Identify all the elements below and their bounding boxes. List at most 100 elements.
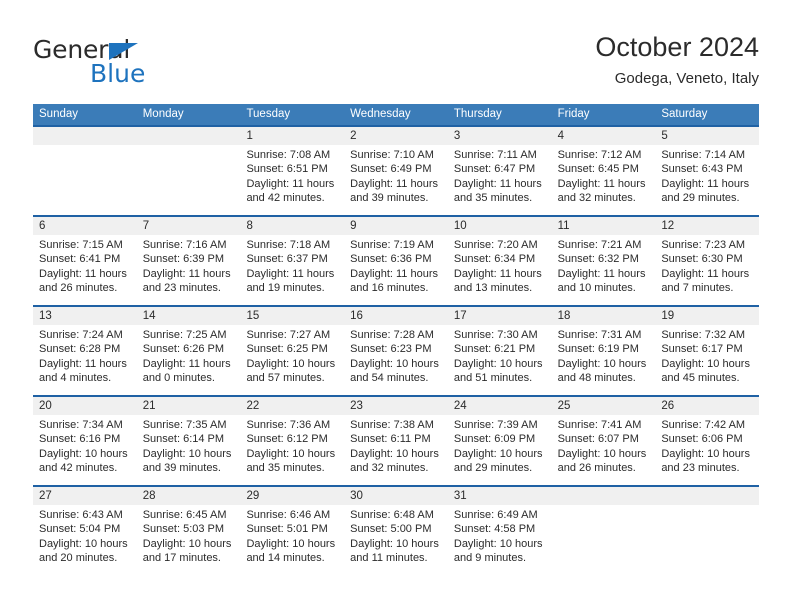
- day-cell[interactable]: Sunrise: 7:35 AM Sunset: 6:14 PM Dayligh…: [137, 415, 241, 485]
- daylight-text-line2: and 35 minutes.: [453, 192, 533, 205]
- daylight-text-line1: Daylight: 11 hours: [350, 267, 439, 280]
- daylight-text-line2: and 0 minutes.: [142, 372, 215, 385]
- day-cell[interactable]: [655, 505, 759, 575]
- day-cell[interactable]: Sunrise: 7:14 AM Sunset: 6:43 PM Dayligh…: [655, 145, 759, 215]
- sunrise-text: Sunrise: 6:46 AM: [246, 509, 331, 521]
- day-cell[interactable]: Sunrise: 6:45 AM Sunset: 5:03 PM Dayligh…: [137, 505, 241, 575]
- sunrise-text: Sunrise: 7:32 AM: [661, 329, 746, 341]
- day-cell[interactable]: Sunrise: 7:31 AM Sunset: 6:19 PM Dayligh…: [552, 325, 656, 395]
- day-cell[interactable]: [137, 145, 241, 215]
- daylight-text-line2: and 42 minutes.: [246, 192, 325, 205]
- sunrise-text: Sunrise: 7:16 AM: [142, 239, 227, 251]
- day-number: 3: [453, 130, 461, 142]
- day-cell[interactable]: Sunrise: 7:36 AM Sunset: 6:12 PM Dayligh…: [240, 415, 344, 485]
- daylight-text-line1: Daylight: 11 hours: [142, 357, 231, 370]
- day-number: 31: [453, 490, 467, 502]
- day-number: 26: [661, 400, 675, 412]
- sunrise-text: Sunrise: 7:18 AM: [246, 239, 331, 251]
- daylight-text-line1: Daylight: 10 hours: [39, 447, 128, 460]
- daylight-text-line2: and 32 minutes.: [350, 462, 429, 475]
- day-cell[interactable]: [33, 145, 137, 215]
- day-cell[interactable]: Sunrise: 7:24 AM Sunset: 6:28 PM Dayligh…: [33, 325, 137, 395]
- day-cell[interactable]: Sunrise: 7:30 AM Sunset: 6:21 PM Dayligh…: [448, 325, 552, 395]
- daylight-text-line2: and 4 minutes.: [39, 372, 112, 385]
- day-cell[interactable]: Sunrise: 7:34 AM Sunset: 6:16 PM Dayligh…: [33, 415, 137, 485]
- sunset-text: Sunset: 6:21 PM: [453, 343, 536, 356]
- day-cell[interactable]: Sunrise: 7:38 AM Sunset: 6:11 PM Dayligh…: [344, 415, 448, 485]
- day-cell[interactable]: Sunrise: 7:19 AM Sunset: 6:36 PM Dayligh…: [344, 235, 448, 305]
- day-cell[interactable]: Sunrise: 6:49 AM Sunset: 4:58 PM Dayligh…: [448, 505, 552, 575]
- day-cell[interactable]: Sunrise: 7:42 AM Sunset: 6:06 PM Dayligh…: [655, 415, 759, 485]
- sunset-text: Sunset: 6:49 PM: [350, 163, 432, 176]
- sunrise-text: Sunrise: 6:45 AM: [142, 509, 227, 521]
- day-number-band: 20 21 22 23 24 25 26: [33, 397, 759, 415]
- daylight-text-line2: and 13 minutes.: [453, 282, 533, 295]
- sunset-text: Sunset: 6:41 PM: [39, 253, 121, 266]
- day-number: 19: [661, 310, 675, 322]
- brand-logo[interactable]: General Blue: [33, 36, 253, 92]
- day-number: [655, 487, 759, 505]
- sunrise-text: Sunrise: 6:49 AM: [453, 509, 538, 521]
- sunrise-text: Sunrise: 7:39 AM: [453, 419, 538, 431]
- weekday-header-thursday: Thursday: [453, 108, 502, 120]
- daylight-text-line1: Daylight: 10 hours: [350, 447, 439, 460]
- sunset-text: Sunset: 6:19 PM: [557, 343, 639, 356]
- daylight-text-line1: Daylight: 10 hours: [246, 357, 336, 370]
- sunrise-text: Sunrise: 7:41 AM: [557, 419, 642, 431]
- calendar-page: General Blue October 2024 Godega, Veneto…: [0, 0, 792, 612]
- daylight-text-line2: and 17 minutes.: [142, 552, 221, 565]
- sunrise-text: Sunrise: 7:38 AM: [350, 419, 434, 431]
- calendar-week-row: 6 7 8 9 10 11 12 Sunrise: 7:15 AM Sunset…: [33, 215, 759, 305]
- day-cell[interactable]: Sunrise: 7:32 AM Sunset: 6:17 PM Dayligh…: [655, 325, 759, 395]
- sunrise-text: Sunrise: 7:30 AM: [453, 329, 538, 341]
- day-detail-row: Sunrise: 7:15 AM Sunset: 6:41 PM Dayligh…: [33, 235, 759, 305]
- day-cell[interactable]: Sunrise: 7:41 AM Sunset: 6:07 PM Dayligh…: [552, 415, 656, 485]
- day-cell[interactable]: Sunrise: 7:08 AM Sunset: 6:51 PM Dayligh…: [240, 145, 344, 215]
- day-cell[interactable]: Sunrise: 7:28 AM Sunset: 6:23 PM Dayligh…: [344, 325, 448, 395]
- day-cell[interactable]: Sunrise: 6:43 AM Sunset: 5:04 PM Dayligh…: [33, 505, 137, 575]
- sunrise-text: Sunrise: 7:08 AM: [246, 149, 331, 161]
- sunrise-text: Sunrise: 7:19 AM: [350, 239, 434, 251]
- daylight-text-line2: and 45 minutes.: [661, 372, 740, 385]
- day-cell[interactable]: Sunrise: 7:16 AM Sunset: 6:39 PM Dayligh…: [137, 235, 241, 305]
- day-cell[interactable]: Sunrise: 7:23 AM Sunset: 6:30 PM Dayligh…: [655, 235, 759, 305]
- day-cell[interactable]: Sunrise: 7:27 AM Sunset: 6:25 PM Dayligh…: [240, 325, 344, 395]
- day-cell[interactable]: Sunrise: 7:11 AM Sunset: 6:47 PM Dayligh…: [448, 145, 552, 215]
- daylight-text-line2: and 26 minutes.: [557, 462, 636, 475]
- day-cell[interactable]: Sunrise: 7:15 AM Sunset: 6:41 PM Dayligh…: [33, 235, 137, 305]
- sunrise-text: Sunrise: 7:15 AM: [39, 239, 123, 251]
- calendar-week-row: 1 2 3 4 5 Sunrise: 7:08 AM Sunset: 6:51 …: [33, 125, 759, 215]
- sunset-text: Sunset: 6:26 PM: [142, 343, 225, 356]
- daylight-text-line2: and 23 minutes.: [661, 462, 740, 475]
- daylight-text-line1: Daylight: 10 hours: [453, 447, 543, 460]
- daylight-text-line2: and 10 minutes.: [557, 282, 636, 295]
- day-number: 4: [557, 130, 564, 142]
- day-cell[interactable]: Sunrise: 6:48 AM Sunset: 5:00 PM Dayligh…: [344, 505, 448, 575]
- day-cell[interactable]: Sunrise: 7:18 AM Sunset: 6:37 PM Dayligh…: [240, 235, 344, 305]
- day-number: 14: [142, 310, 156, 322]
- sunrise-text: Sunrise: 7:23 AM: [661, 239, 746, 251]
- day-number: 9: [350, 220, 357, 232]
- daylight-text-line1: Daylight: 11 hours: [246, 177, 335, 190]
- day-cell[interactable]: Sunrise: 7:20 AM Sunset: 6:34 PM Dayligh…: [448, 235, 552, 305]
- day-detail-row: Sunrise: 7:34 AM Sunset: 6:16 PM Dayligh…: [33, 415, 759, 485]
- daylight-text-line1: Daylight: 10 hours: [142, 537, 232, 550]
- day-cell[interactable]: Sunrise: 7:21 AM Sunset: 6:32 PM Dayligh…: [552, 235, 656, 305]
- sunrise-text: Sunrise: 7:27 AM: [246, 329, 331, 341]
- sunset-text: Sunset: 6:07 PM: [557, 433, 639, 446]
- day-cell[interactable]: [552, 505, 656, 575]
- sunrise-text: Sunrise: 7:36 AM: [246, 419, 331, 431]
- daylight-text-line2: and 23 minutes.: [142, 282, 221, 295]
- page-title: October 2024: [595, 32, 759, 62]
- sunset-text: Sunset: 6:51 PM: [246, 163, 328, 176]
- day-cell[interactable]: Sunrise: 7:10 AM Sunset: 6:49 PM Dayligh…: [344, 145, 448, 215]
- sunrise-text: Sunrise: 7:34 AM: [39, 419, 123, 431]
- day-cell[interactable]: Sunrise: 7:25 AM Sunset: 6:26 PM Dayligh…: [137, 325, 241, 395]
- day-number: 24: [453, 400, 467, 412]
- day-cell[interactable]: Sunrise: 7:12 AM Sunset: 6:45 PM Dayligh…: [552, 145, 656, 215]
- weekday-header-monday: Monday: [142, 108, 184, 120]
- sunset-text: Sunset: 6:16 PM: [39, 433, 121, 446]
- day-cell[interactable]: Sunrise: 6:46 AM Sunset: 5:01 PM Dayligh…: [240, 505, 344, 575]
- daylight-text-line1: Daylight: 11 hours: [246, 267, 335, 280]
- day-cell[interactable]: Sunrise: 7:39 AM Sunset: 6:09 PM Dayligh…: [448, 415, 552, 485]
